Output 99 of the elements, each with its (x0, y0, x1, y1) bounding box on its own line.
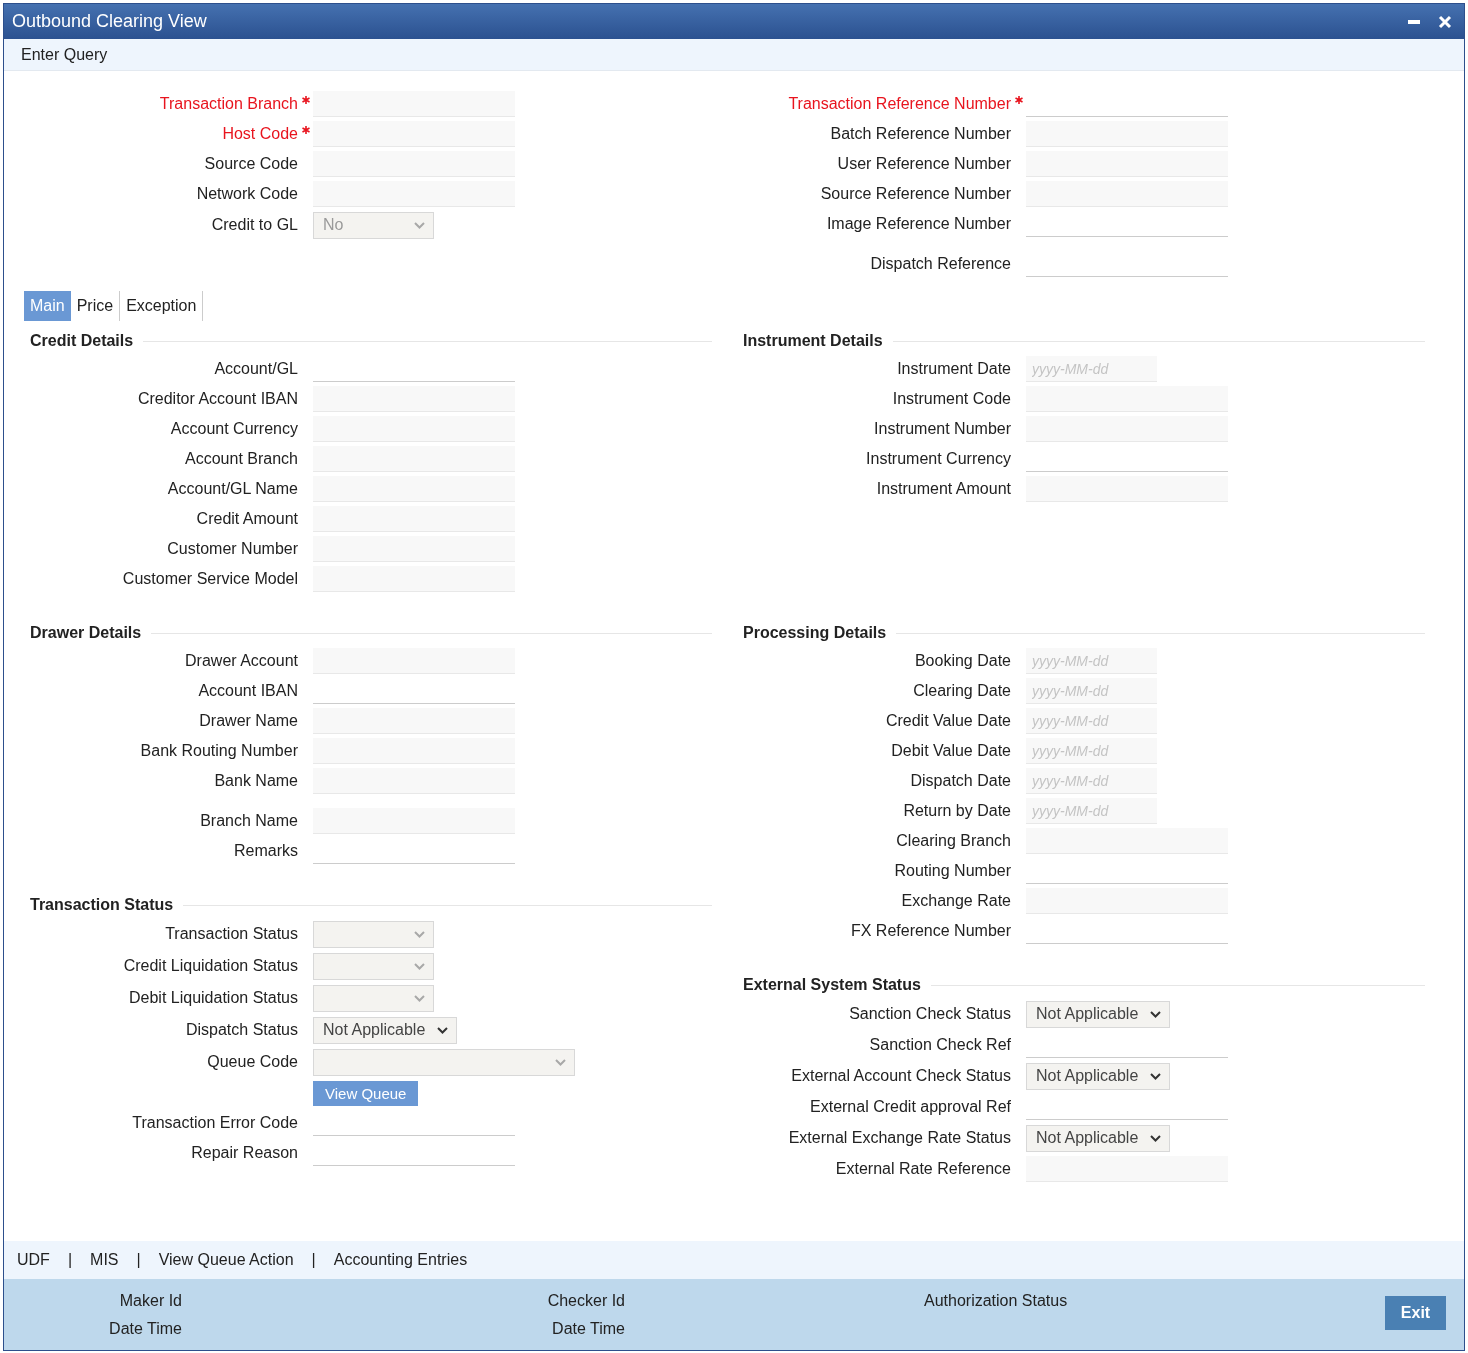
field-label: Transaction Status (165, 925, 298, 943)
field-label: Source Code (204, 155, 298, 173)
field-label: Creditor Account IBAN (137, 390, 298, 408)
field-label: Account Branch (185, 450, 298, 468)
field-label: Account IBAN (198, 682, 298, 700)
field-label: Remarks (234, 842, 298, 860)
window-title: Outbound Clearing View (12, 11, 207, 32)
field-label: Instrument Currency (866, 450, 1011, 468)
field-label: External Rate Reference (835, 1160, 1011, 1178)
field-label: Debit Liquidation Status (129, 989, 298, 1007)
field-label: Sanction Check Status (849, 1005, 1011, 1023)
field-label: Bank Routing Number (140, 742, 298, 760)
field-label: Transaction Reference Number (788, 95, 1011, 113)
audit-label: Authorization Status (924, 1292, 1068, 1310)
field-label: FX Reference Number (850, 922, 1011, 940)
chevron-icon (1150, 1072, 1162, 1080)
field-label: Booking Date (914, 652, 1011, 670)
field-label: Dispatch Status (185, 1021, 298, 1039)
audit-label: Checker Id (547, 1292, 625, 1310)
chevron-icon (414, 221, 425, 229)
field-label: Drawer Name (199, 712, 298, 730)
field-label: Account/GL Name (167, 480, 298, 498)
chevron-icon (414, 962, 425, 970)
field-label: Credit Liquidation Status (123, 957, 298, 975)
field-label: Image Reference Number (826, 215, 1011, 233)
chevron-icon (1150, 1134, 1162, 1142)
footer-link[interactable]: MIS (86, 1251, 123, 1269)
field-label: Branch Name (200, 812, 298, 830)
field-label: Sanction Check Ref (869, 1036, 1011, 1054)
field-label: Queue Code (207, 1053, 298, 1071)
field-label: Customer Number (167, 540, 298, 558)
separator: | (310, 1251, 317, 1269)
field-label: Account Currency (170, 420, 298, 438)
field-label: Dispatch Date (910, 772, 1011, 790)
field-label: Network Code (196, 185, 298, 203)
field-label: Repair Reason (191, 1144, 298, 1162)
minimize-icon (1408, 19, 1420, 24)
chevron-icon (437, 1026, 449, 1034)
section-title: Drawer Details (30, 624, 142, 642)
section-title: External System Status (743, 976, 921, 994)
chevron-icon (414, 930, 425, 938)
field-label: Instrument Amount (876, 480, 1011, 498)
field-label: Customer Service Model (122, 570, 298, 588)
field-label: Clearing Branch (896, 832, 1011, 850)
enter-query-button[interactable]: Enter Query (14, 43, 115, 66)
separator: | (66, 1251, 74, 1269)
field-label: External Credit approval Ref (810, 1098, 1011, 1116)
field-label: External Exchange Rate Status (788, 1129, 1011, 1147)
field-label: Instrument Number (874, 420, 1011, 438)
dropdown[interactable] (313, 1048, 575, 1076)
field-label: Exchange Rate (901, 892, 1011, 910)
field-label: Dispatch Reference (870, 255, 1011, 273)
field-label: Account/GL (214, 360, 298, 378)
field-label: Debit Value Date (891, 742, 1011, 760)
tab[interactable]: Exception (120, 291, 204, 321)
section-title: Processing Details (743, 624, 887, 642)
footer-link[interactable]: View Queue Action (154, 1251, 298, 1269)
dropdown[interactable]: Not Applicable (1026, 1000, 1171, 1028)
dropdown[interactable]: Not Applicable (1026, 1124, 1171, 1152)
section-title: Instrument Details (743, 332, 883, 350)
dropdown[interactable]: Not Applicable (1026, 1062, 1171, 1090)
field-label: Instrument Code (892, 390, 1011, 408)
field-label: Credit to GL (211, 216, 298, 234)
field-label: Clearing Date (913, 682, 1011, 700)
required-icon (1015, 96, 1023, 104)
exit-button[interactable]: Exit (1385, 1296, 1446, 1330)
dropdown[interactable] (313, 952, 434, 980)
dropdown[interactable]: Not Applicable (313, 1016, 458, 1044)
separator: | (135, 1251, 142, 1269)
field-label: External Account Check Status (791, 1067, 1011, 1085)
audit-label: Date Time (552, 1320, 625, 1338)
chevron-icon (1150, 1010, 1162, 1018)
field-label: Source Reference Number (820, 185, 1011, 203)
footer-link[interactable]: UDF (13, 1251, 54, 1269)
section-title: Credit Details (30, 332, 134, 350)
field-label: Bank Name (214, 772, 298, 790)
required-icon (302, 96, 310, 104)
chevron-icon (555, 1058, 566, 1066)
field-label: Batch Reference Number (830, 125, 1011, 143)
dropdown[interactable] (313, 984, 434, 1012)
required-icon (302, 126, 310, 134)
field-label: Drawer Account (185, 652, 298, 670)
close-icon (1438, 14, 1452, 29)
section-title: Transaction Status (30, 896, 174, 914)
tab[interactable]: Price (70, 291, 121, 321)
field-label: Credit Value Date (885, 712, 1011, 730)
field-label: User Reference Number (837, 155, 1011, 173)
footer-link[interactable]: Accounting Entries (329, 1251, 472, 1269)
field-label: Return by Date (903, 802, 1011, 820)
audit-label: Date Time (109, 1320, 182, 1338)
audit-label: Maker Id (119, 1292, 182, 1310)
field-label: Instrument Date (897, 360, 1011, 378)
field-label: Routing Number (894, 862, 1011, 880)
chevron-icon (414, 994, 425, 1002)
field-label: Transaction Branch (159, 95, 298, 113)
field-label: Transaction Error Code (132, 1114, 298, 1132)
field-label: Host Code (222, 125, 298, 143)
field-label: Credit Amount (196, 510, 298, 528)
dropdown[interactable] (313, 920, 434, 948)
